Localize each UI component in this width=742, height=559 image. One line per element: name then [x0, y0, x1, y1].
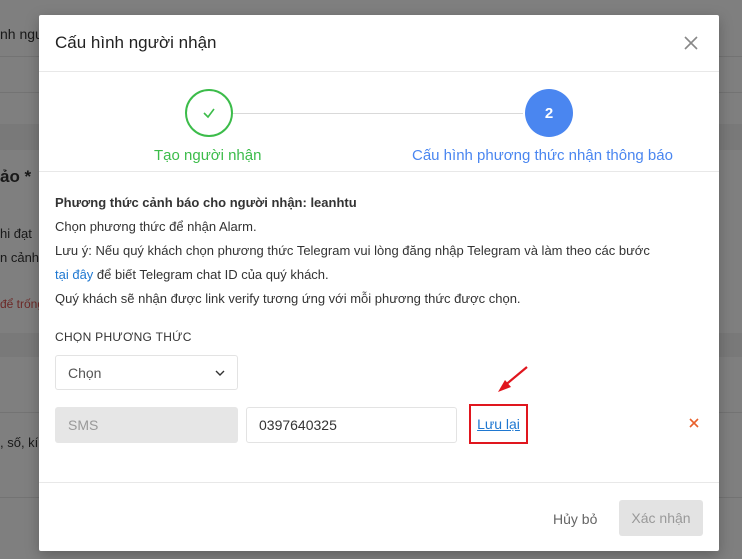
step-2-label: Cấu hình phương thức nhận thông báo	[412, 147, 673, 164]
method-row: SMS Lưu lại	[55, 404, 703, 444]
recipient-heading: Phương thức cảnh báo cho người nhận: lea…	[55, 195, 357, 210]
phone-number-input[interactable]	[246, 407, 457, 443]
annotation-arrow-icon	[498, 366, 528, 392]
method-section-label: CHỌN PHƯƠNG THỨC	[55, 330, 192, 344]
check-icon	[203, 108, 215, 119]
step-1-done	[185, 89, 233, 137]
save-button[interactable]: Lưu lại	[469, 404, 528, 444]
chevron-down-icon	[215, 370, 225, 376]
confirm-button[interactable]: Xác nhận	[619, 500, 703, 536]
modal-header: Cấu hình người nhận	[39, 15, 719, 72]
method-type-field: SMS	[55, 407, 238, 443]
telegram-note: Lưu ý: Nếu quý khách chọn phương thức Te…	[55, 243, 650, 258]
telegram-guide-link[interactable]: tại đây	[55, 267, 93, 282]
step-connector	[233, 113, 523, 114]
method-select-value: Chọn	[68, 364, 102, 381]
close-icon[interactable]	[681, 33, 701, 53]
modal-title: Cấu hình người nhận	[55, 33, 217, 52]
step-1-label: Tạo người nhận	[154, 147, 262, 164]
modal-body: Phương thức cảnh báo cho người nhận: lea…	[39, 172, 719, 444]
modal-footer: Hủy bỏ Xác nhận	[39, 482, 719, 551]
info-line: Quý khách sẽ nhận được link verify tương…	[55, 291, 521, 306]
stepper: 2 Tạo người nhận Cấu hình phương thức nh…	[39, 72, 719, 172]
info-line: tại đây để biết Telegram chat ID của quý…	[55, 267, 329, 282]
info-line: Chọn phương thức để nhận Alarm.	[55, 219, 257, 234]
recipient-config-modal: Cấu hình người nhận 2 Tạo người nhận Cấu…	[39, 15, 719, 551]
remove-icon[interactable]	[688, 416, 702, 430]
step-2-active: 2	[525, 89, 573, 137]
method-select[interactable]: Chọn	[55, 355, 238, 390]
cancel-button[interactable]: Hủy bỏ	[537, 501, 614, 536]
